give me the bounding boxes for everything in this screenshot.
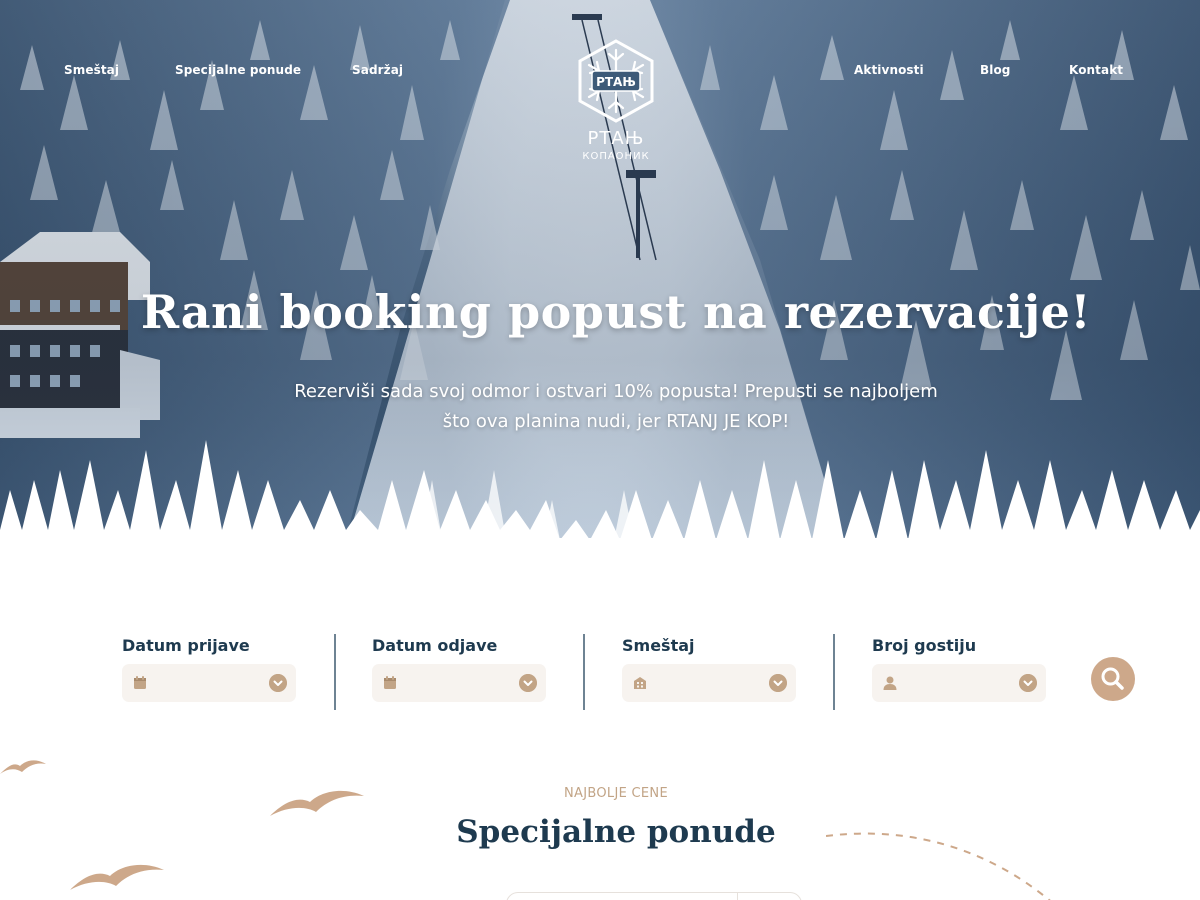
check-in-select[interactable] bbox=[122, 664, 296, 702]
nav-link-blog[interactable]: Blog bbox=[980, 63, 1011, 77]
guests-select[interactable] bbox=[872, 664, 1046, 702]
chevron-down-icon bbox=[769, 674, 787, 692]
check-in-label: Datum prijave bbox=[122, 636, 250, 655]
calendar-icon bbox=[384, 676, 396, 689]
chevron-down-icon bbox=[519, 674, 537, 692]
snowflake-logo-icon: РТАЊ bbox=[578, 39, 654, 123]
bird-decoration-icon bbox=[70, 864, 164, 890]
logo-name: РТАЊ bbox=[587, 128, 645, 149]
hero-section: Smeštaj Specijalne ponude Sadržaj Aktivn… bbox=[0, 0, 1200, 600]
search-divider bbox=[583, 634, 585, 710]
search-divider bbox=[334, 634, 336, 710]
check-in-field: Datum prijave bbox=[122, 636, 298, 702]
hero-subtitle-line-1: Rezerviši sada svoj odmor i ostvari 10% … bbox=[294, 381, 938, 402]
accommodation-select[interactable] bbox=[622, 664, 796, 702]
check-out-label: Datum odjave bbox=[372, 636, 498, 655]
nav-link-smestaj[interactable]: Smeštaj bbox=[64, 63, 119, 77]
tab-divider bbox=[737, 893, 738, 900]
hotel-icon bbox=[634, 677, 646, 689]
chevron-down-icon bbox=[1019, 674, 1037, 692]
accommodation-field: Smeštaj bbox=[622, 636, 798, 702]
logo-subtitle: КОПАОНИК bbox=[582, 151, 650, 162]
guests-label: Broj gostiju bbox=[872, 636, 977, 655]
hero-title: Rani booking popust na rezervacije! bbox=[140, 285, 1092, 339]
nav-link-aktivnosti[interactable]: Aktivnosti bbox=[854, 63, 924, 77]
section-title: Specijalne ponude bbox=[456, 814, 776, 850]
nav-link-specijalne-ponude[interactable]: Specijalne ponude bbox=[175, 63, 301, 77]
nav-link-sadrzaj[interactable]: Sadržaj bbox=[352, 63, 403, 77]
section-eyebrow: NAJBOLJE CENE bbox=[564, 786, 668, 801]
nav-link-kontakt[interactable]: Kontakt bbox=[1069, 63, 1123, 77]
tree-silhouette-divider bbox=[0, 440, 1200, 600]
guests-field: Broj gostiju bbox=[872, 636, 1048, 702]
bird-decoration-icon bbox=[0, 760, 46, 774]
check-out-field: Datum odjave bbox=[372, 636, 548, 702]
user-icon bbox=[883, 676, 897, 690]
chevron-down-icon bbox=[269, 674, 287, 692]
search-icon bbox=[1101, 667, 1124, 690]
search-divider bbox=[833, 634, 835, 710]
check-out-select[interactable] bbox=[372, 664, 546, 702]
calendar-icon bbox=[134, 676, 146, 689]
site-logo[interactable]: РТАЊ РТАЊ КОПАОНИК bbox=[576, 38, 656, 168]
accommodation-label: Smeštaj bbox=[622, 636, 695, 655]
search-button[interactable] bbox=[1091, 657, 1135, 701]
hero-subtitle-line-2: što ova planina nudi, jer RTANJ JE KOP! bbox=[442, 411, 790, 432]
logo-monogram: РТАЊ bbox=[596, 75, 636, 89]
offers-tab-bar[interactable] bbox=[506, 892, 802, 900]
hero-subtitle: Rezerviši sada svoj odmor i ostvari 10% … bbox=[240, 377, 992, 437]
